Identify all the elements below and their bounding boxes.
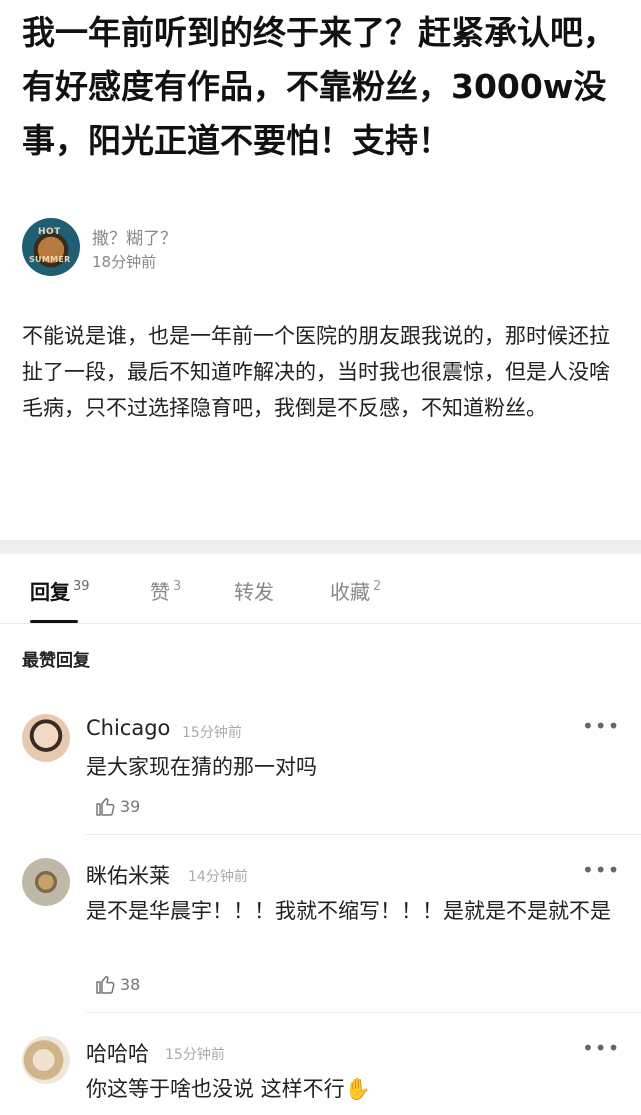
commenter-avatar[interactable] (22, 714, 70, 762)
tab-label: 转发 (234, 580, 274, 604)
active-tab-indicator (30, 620, 78, 623)
comment-separator (86, 1012, 641, 1013)
tab-reposts[interactable]: 转发 (234, 576, 277, 622)
comment-item: 哈哈哈 15分钟前 ••• 你这等于啥也没说 这样不行✋ (0, 1036, 641, 1115)
tab-count: 2 (373, 579, 382, 594)
author-avatar[interactable]: HOT SUMMER (22, 218, 80, 276)
like-count: 39 (120, 797, 141, 816)
post-body: 不能说是谁，也是一年前一个医院的朋友跟我说的，那时候还拉扯了一段，最后不知道咋解… (22, 324, 610, 420)
post-author[interactable]: HOT SUMMER 撒？糊了？ 18分钟前 (22, 218, 422, 276)
tab-bar: 回复 39 赞3 转发 收藏 2 (0, 564, 641, 624)
more-dots-icon[interactable]: ••• (582, 858, 620, 882)
tab-label: 回复 (30, 580, 70, 604)
post-time: 18分钟前 (92, 253, 157, 271)
comment-time: 15分钟前 (165, 1047, 225, 1063)
section-divider (0, 540, 641, 554)
tab-favorites[interactable]: 收藏 2 (330, 576, 381, 622)
thumbs-up-icon (96, 797, 115, 816)
comment-item: Chicago 15分钟前 ••• 是大家现在猜的那一对吗 39 (0, 714, 641, 835)
tab-label: 赞 (150, 580, 170, 604)
top-replies-heading: 最赞回复 (22, 651, 90, 671)
tab-label: 收藏 (330, 580, 370, 604)
author-name[interactable]: 撒？糊了？ (92, 224, 177, 249)
comment-separator (86, 834, 641, 835)
comment-item: 眯佑米莱 14分钟前 ••• 是不是华晨宇！！！我就不缩写！！！是就是不是就不是… (0, 858, 641, 1013)
more-dots-icon[interactable]: ••• (582, 714, 620, 738)
commenter-name[interactable]: 眯佑米莱 (86, 860, 170, 890)
comment-text: 你这等于啥也没说 这样不行✋ (86, 1077, 371, 1101)
avatar-label-bottom: SUMMER (29, 255, 71, 264)
like-count: 38 (120, 975, 141, 994)
avatar-label-top: HOT (38, 227, 61, 237)
comment-time: 15分钟前 (182, 725, 242, 741)
commenter-avatar[interactable] (22, 1036, 70, 1084)
tab-count: 3 (173, 579, 182, 594)
comment-text: 是不是华晨宇！！！我就不缩写！！！是就是不是就不是 (86, 899, 611, 923)
comment-time: 14分钟前 (188, 869, 248, 885)
commenter-name[interactable]: 哈哈哈 (86, 1038, 149, 1068)
more-dots-icon[interactable]: ••• (582, 1036, 620, 1060)
commenter-name[interactable]: Chicago (86, 716, 170, 740)
tab-replies[interactable]: 回复 39 (30, 576, 90, 622)
thumbs-up-icon (96, 975, 115, 994)
tab-likes[interactable]: 赞3 (150, 576, 181, 622)
commenter-avatar[interactable] (22, 858, 70, 906)
post-title: 我一年前听到的终于来了？赶紧承认吧，有好感度有作品，不靠粉丝，3000w没事，阳… (22, 13, 616, 160)
tab-count: 39 (73, 579, 90, 594)
comment-text: 是大家现在猜的那一对吗 (86, 755, 317, 779)
